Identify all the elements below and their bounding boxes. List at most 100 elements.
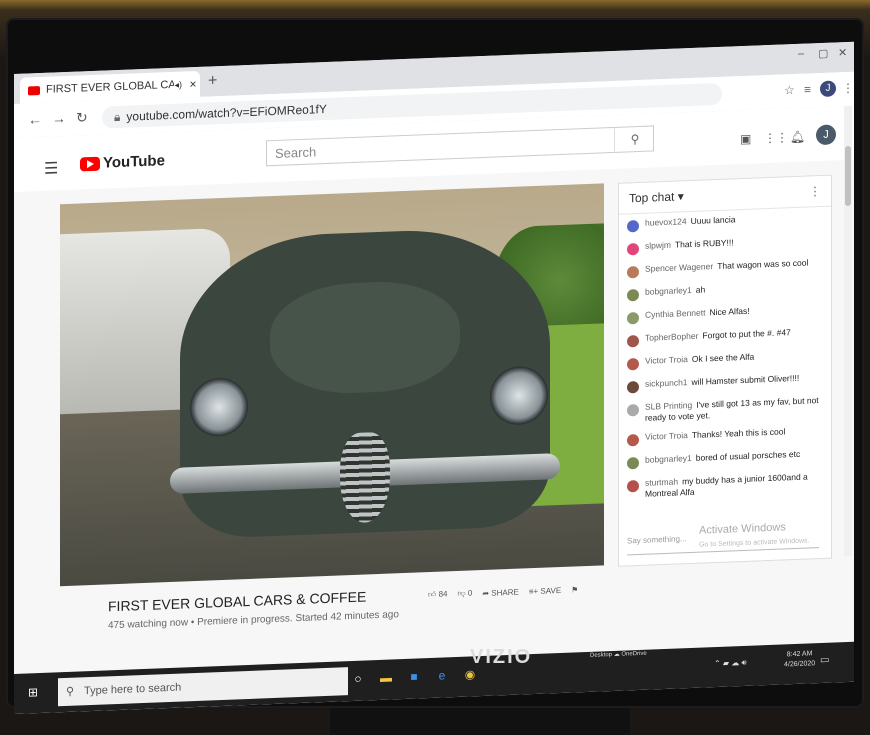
save-button[interactable]: ≡+ SAVE <box>529 585 561 595</box>
bookmark-star-icon[interactable]: ☆ <box>784 83 795 97</box>
youtube-favicon-icon <box>28 85 40 95</box>
chat-avatar[interactable] <box>627 334 639 348</box>
report-flag-icon[interactable]: ⚑ <box>571 585 578 594</box>
chat-text: That wagon was so cool <box>717 257 809 271</box>
chat-avatar[interactable] <box>627 357 639 371</box>
browser-profile-avatar[interactable]: J <box>820 80 836 98</box>
task-view-icon[interactable]: ○ <box>348 666 368 691</box>
chat-avatar[interactable] <box>627 242 639 256</box>
video-player[interactable] <box>60 183 604 587</box>
desktop-toolbar: Desktop ☁ OneDrive <box>590 650 647 664</box>
video-actions: 👍︎ 84 👎︎ 0 ➦ SHARE ≡+ SAVE ⚑ <box>428 584 578 600</box>
onedrive-label[interactable]: OneDrive <box>621 651 646 658</box>
chat-avatar[interactable] <box>627 456 639 470</box>
reload-icon[interactable]: ↻ <box>76 109 88 126</box>
chat-author[interactable]: sickpunch1 <box>645 377 688 389</box>
chat-text: Forgot to put the #. #47 <box>702 327 791 341</box>
chat-author[interactable]: TopherBopher <box>645 331 698 343</box>
chat-avatar[interactable] <box>627 403 639 417</box>
taskbar-clock[interactable]: 8:42 AM 4/26/2020 <box>784 649 815 670</box>
user-avatar[interactable]: J <box>816 124 836 146</box>
chat-input-placeholder: Say something... <box>627 534 687 546</box>
back-arrow-icon[interactable]: ← <box>28 111 42 128</box>
share-arrow-icon: ➦ <box>482 588 490 598</box>
chat-avatar[interactable] <box>627 288 639 302</box>
chat-author[interactable]: Cynthia Bennett <box>645 307 705 319</box>
chat-avatar[interactable] <box>627 265 639 279</box>
chat-avatar[interactable] <box>627 219 639 233</box>
forward-arrow-icon[interactable]: → <box>52 110 66 127</box>
chat-message-body: slpwjm That is RUBY!!! <box>645 237 734 251</box>
dislike-button[interactable]: 👎︎ 0 <box>458 588 473 599</box>
chat-text: ah <box>695 284 706 295</box>
create-video-icon[interactable]: ▣ <box>740 132 751 146</box>
scrollbar-thumb[interactable] <box>845 145 851 207</box>
onedrive-cloud-icon: ☁ <box>613 651 620 658</box>
apps-grid-icon[interactable]: ⋮⋮ <box>764 130 788 145</box>
hamburger-menu-icon[interactable]: ☰ <box>44 158 58 179</box>
media-queue-icon[interactable]: ≡ <box>804 82 811 96</box>
chat-input[interactable]: Say something... <box>627 529 819 556</box>
chat-text: Thanks! Yeah this is cool <box>691 426 786 440</box>
monitor-brand-logo: VIZIO <box>470 646 533 668</box>
chat-author[interactable]: Spencer Wagener <box>645 261 713 274</box>
browser-menu-icon[interactable]: ⋮ <box>842 81 854 95</box>
chat-message-body: bobgnarley1 ah <box>645 284 705 297</box>
speaker-icon[interactable]: ◂) <box>174 79 182 90</box>
windows-start-icon[interactable]: ⊞ <box>28 685 38 699</box>
minimize-icon[interactable]: – <box>798 48 804 60</box>
maximize-icon[interactable]: ▢ <box>818 47 828 60</box>
chat-avatar[interactable] <box>627 479 639 493</box>
url-text: youtube.com/watch?v=EFiOMReo1fY <box>126 101 327 124</box>
chat-avatar[interactable] <box>627 311 639 325</box>
system-tray-icons[interactable]: ⌃ ▰ ☁ 🔊︎ <box>714 658 747 669</box>
chat-avatar[interactable] <box>627 433 639 447</box>
video-title: FIRST EVER GLOBAL CARS & COFFEE <box>108 588 367 615</box>
edge-icon[interactable]: e <box>432 663 452 688</box>
new-tab-button[interactable]: + <box>208 72 217 90</box>
chat-text: Ok I see the Alfa <box>691 351 755 364</box>
chat-avatar[interactable] <box>627 380 639 394</box>
thumbs-up-icon: 👍︎ <box>428 589 437 600</box>
chat-author[interactable]: huevox124 <box>645 216 687 228</box>
store-icon[interactable]: ■ <box>404 664 424 689</box>
clock-date: 4/26/2020 <box>784 660 816 669</box>
chat-author[interactable]: Victor Troia <box>645 354 688 366</box>
chat-author[interactable]: bobgnarley1 <box>645 285 692 297</box>
chat-message-body: huevox124 Uuuu lancia <box>645 214 735 228</box>
desktop-label[interactable]: Desktop <box>590 652 612 659</box>
chat-author[interactable]: Victor Troia <box>645 430 688 442</box>
monitor-stand <box>330 708 630 735</box>
like-button[interactable]: 👍︎ 84 <box>428 589 448 600</box>
playlist-add-icon: ≡+ <box>528 586 539 596</box>
dislike-count: 0 <box>467 588 473 598</box>
chat-author[interactable]: slpwjm <box>645 240 671 251</box>
tab-close-button[interactable]: × <box>186 77 200 92</box>
youtube-logo[interactable]: YouTube <box>80 152 165 172</box>
share-label: SHARE <box>491 587 519 598</box>
search-button[interactable]: ⚲ <box>614 125 655 153</box>
live-chat-panel: Top chat ▾ ⋮ huevox124 Uuuu lancia slpwjm T… <box>618 174 832 567</box>
file-explorer-icon[interactable]: ▬ <box>376 665 396 690</box>
search-input[interactable]: Search <box>266 125 654 167</box>
monitor-screen: FIRST EVER GLOBAL CARS & ◂) × + – ▢ ✕ ← … <box>14 41 854 714</box>
close-window-icon[interactable]: ✕ <box>838 46 847 59</box>
share-button[interactable]: ➦ SHARE <box>482 587 519 597</box>
chat-author[interactable]: bobgnarley1 <box>645 453 692 465</box>
notifications-bell-icon[interactable]: 🔔︎ <box>790 130 805 145</box>
chat-message-list: huevox124 Uuuu lancia slpwjm That is RUBY!!… <box>619 207 831 513</box>
tab-title: FIRST EVER GLOBAL CARS & <box>46 78 175 96</box>
taskbar-pinned-apps: ○ ▬ ■ e ◉ <box>348 662 480 691</box>
chat-text: That is RUBY!!! <box>674 237 734 250</box>
chat-text: Nice Alfas! <box>709 305 750 318</box>
chat-more-icon[interactable]: ⋮ <box>809 176 821 206</box>
save-label: SAVE <box>540 585 562 596</box>
chat-author[interactable]: SLB Printing <box>645 400 692 412</box>
search-icon: ⚲ <box>630 131 640 147</box>
youtube-logo-text: YouTube <box>103 152 165 172</box>
page-scrollbar[interactable] <box>844 105 852 557</box>
taskbar-search-input[interactable]: ⚲ Type here to search <box>58 667 348 707</box>
action-center-icon[interactable]: ▭ <box>820 655 829 666</box>
top-chat-dropdown[interactable]: Top chat ▾ <box>629 189 684 205</box>
chat-author[interactable]: sturtmah <box>645 476 678 487</box>
